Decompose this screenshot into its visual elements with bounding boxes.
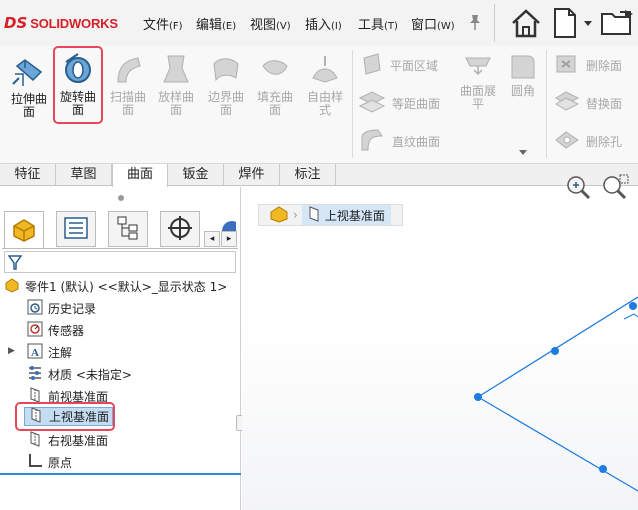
pin-icon[interactable] xyxy=(467,13,483,34)
home-icon[interactable] xyxy=(509,6,543,43)
plane-icon xyxy=(27,430,43,450)
delete-face-icon xyxy=(554,52,580,79)
tab-weldments[interactable]: 焊件 xyxy=(224,164,280,186)
menu-bar: DS SOLIDWORKS 文件(F) 编辑(E) 视图(V) 插入(I) 工具… xyxy=(0,0,638,46)
panel-grip-handle[interactable] xyxy=(118,195,124,201)
top-plane-outline[interactable] xyxy=(242,187,638,510)
delete-hole-icon xyxy=(554,128,580,155)
menu-window[interactable]: 窗口(W) xyxy=(411,14,455,33)
revolve-surface-button[interactable]: 旋转曲面 xyxy=(53,46,103,124)
configuration-tree-icon xyxy=(115,215,141,244)
offset-surface-button[interactable]: 等距曲面 xyxy=(358,90,440,116)
delete-hole-button[interactable]: 删除孔 xyxy=(554,128,622,154)
history-icon xyxy=(27,299,43,318)
menu-file[interactable]: 文件(F) xyxy=(143,14,183,33)
sweep-surface-icon xyxy=(105,52,151,89)
menu-insert[interactable]: 插入(I) xyxy=(305,14,342,33)
ruled-surface-button[interactable]: 直纹曲面 xyxy=(358,128,440,154)
tree-material[interactable]: 材质 <未指定> xyxy=(27,364,132,384)
property-list-icon xyxy=(63,216,89,243)
new-document-icon[interactable] xyxy=(552,7,578,42)
menu-tools[interactable]: 工具(T) xyxy=(358,14,398,33)
feature-manager-tab[interactable] xyxy=(4,211,44,248)
configuration-manager-tab[interactable] xyxy=(108,211,148,247)
chevron-down-icon[interactable] xyxy=(583,17,593,31)
delete-face-button[interactable]: 删除面 xyxy=(554,52,622,78)
command-manager-ribbon: 拉伸曲面 旋转曲面 扫描曲面 放样曲面 边界曲面 填充曲面 自由样式 平面区域 … xyxy=(0,46,638,164)
flatten-surface-button[interactable]: 曲面展平 xyxy=(455,52,501,122)
boundary-surface-button[interactable]: 边界曲面 xyxy=(203,52,249,122)
tab-surfaces[interactable]: 曲面 xyxy=(112,164,168,187)
extrude-surface-button[interactable]: 拉伸曲面 xyxy=(6,52,52,122)
planar-surface-icon xyxy=(360,52,384,79)
filter-funnel-icon xyxy=(7,255,23,274)
planar-surface-button[interactable]: 平面区域 xyxy=(360,52,438,78)
plane-icon xyxy=(28,407,44,426)
feature-manager-panel: ◂ ▸ 零件1 (默认) <<默认>_显示状态 1> 历史记录 传感器 ▶ A … xyxy=(0,187,244,510)
extrude-surface-icon xyxy=(6,52,52,91)
tab-markup[interactable]: 标注 xyxy=(280,164,336,186)
replace-face-button[interactable]: 替换面 xyxy=(554,90,622,116)
ribbon-more-chevron-icon[interactable] xyxy=(518,146,528,160)
origin-icon xyxy=(27,453,43,472)
plane-handle-point xyxy=(551,347,559,355)
loft-surface-icon xyxy=(153,52,199,89)
annotation-icon: A xyxy=(27,343,43,362)
expand-arrow-icon[interactable]: ▶ xyxy=(8,346,15,356)
graphics-area[interactable]: › 上视基准面 xyxy=(242,174,638,510)
sweep-surface-button[interactable]: 扫描曲面 xyxy=(105,52,151,122)
fillet-button[interactable]: 圆角 xyxy=(500,52,546,122)
fill-surface-icon xyxy=(252,52,298,89)
solidworks-logo: DS SOLIDWORKS xyxy=(4,12,118,34)
freeform-button[interactable]: 自由样式 xyxy=(302,52,348,122)
plane-handle-point xyxy=(599,465,607,473)
filter-field[interactable] xyxy=(4,251,236,273)
offset-surface-icon xyxy=(358,90,386,117)
plane-handle-point xyxy=(629,302,637,310)
plane-icon xyxy=(27,386,43,406)
tab-scroll-right-icon[interactable]: ▸ xyxy=(221,231,237,247)
open-folder-icon[interactable] xyxy=(600,8,636,41)
tab-scroll-left-icon[interactable]: ◂ xyxy=(204,231,220,247)
svg-text:A: A xyxy=(31,347,39,359)
ribbon-separator xyxy=(546,50,547,158)
menu-view[interactable]: 视图(V) xyxy=(250,14,291,33)
menu-divider xyxy=(494,4,495,42)
logo-text: SOLIDWORKS xyxy=(30,15,118,31)
crosshair-icon xyxy=(167,215,193,244)
fillet-icon xyxy=(500,52,546,83)
material-icon xyxy=(27,365,43,384)
part-icon xyxy=(10,216,38,245)
rollback-bar[interactable] xyxy=(0,473,241,475)
tree-history[interactable]: 历史记录 xyxy=(27,298,96,318)
part-icon xyxy=(4,277,20,296)
tab-sheet-metal[interactable]: 钣金 xyxy=(168,164,224,186)
tab-sketch[interactable]: 草图 xyxy=(56,164,112,186)
tree-front-plane[interactable]: 前视基准面 xyxy=(27,386,108,406)
ribbon-separator xyxy=(352,50,353,158)
tree-annotations[interactable]: A 注解 xyxy=(27,342,72,362)
plane-handle-point xyxy=(474,393,482,401)
sensor-icon xyxy=(27,321,43,340)
tree-part-root[interactable]: 零件1 (默认) <<默认>_显示状态 1> xyxy=(4,276,227,296)
tree-sensors[interactable]: 传感器 xyxy=(27,320,84,340)
menu-edit[interactable]: 编辑(E) xyxy=(196,14,236,33)
revolve-surface-icon xyxy=(55,52,101,89)
ruled-surface-icon xyxy=(358,128,386,155)
freeform-icon xyxy=(302,52,348,89)
tree-top-plane[interactable]: 上视基准面 xyxy=(24,407,114,426)
tree-right-plane[interactable]: 右视基准面 xyxy=(27,430,108,450)
ds-logo-mark: DS xyxy=(4,14,28,32)
tab-features[interactable]: 特征 xyxy=(0,164,56,186)
tree-origin[interactable]: 原点 xyxy=(27,452,72,472)
command-tabs: 特征 草图 曲面 钣金 焊件 标注 xyxy=(0,164,638,187)
panel-divider xyxy=(2,248,238,249)
loft-surface-button[interactable]: 放样曲面 xyxy=(153,52,199,122)
replace-face-icon xyxy=(554,90,580,117)
flatten-surface-icon xyxy=(455,52,501,83)
boundary-surface-icon xyxy=(203,52,249,89)
dimxpert-tab[interactable] xyxy=(160,211,200,247)
property-manager-tab[interactable] xyxy=(56,211,96,247)
fill-surface-button[interactable]: 填充曲面 xyxy=(252,52,298,122)
